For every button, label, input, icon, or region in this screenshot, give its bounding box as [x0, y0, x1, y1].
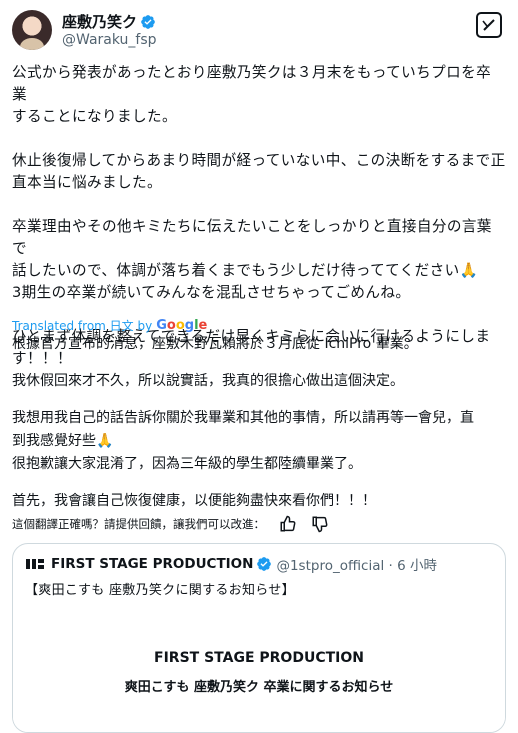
tweet-paragraph: 公式から発表があったとおり座敷乃笑クは３月末をもっていちプロを卒業 することにな…: [12, 64, 492, 125]
google-logo: Google: [156, 318, 208, 333]
translation-body: 根據官方宣布的消息，座敷木野瓦賴將於３月底從 IchiPro 畢業。 我休假回來…: [12, 333, 506, 513]
translation-banner[interactable]: Translated from 日文 by Google: [12, 317, 207, 334]
thumbs-up-icon[interactable]: [279, 515, 297, 533]
avatar[interactable]: [12, 10, 52, 50]
author-name-row[interactable]: 座敷乃笑ク: [62, 11, 156, 32]
verified-badge-icon: [141, 14, 155, 29]
quoted-image-subtitle: 爽田こすも 座敷乃笑ク 卒業に関するお知らせ: [124, 680, 394, 695]
quoted-handle-time[interactable]: @1stpro_official · 6 小時: [276, 554, 437, 574]
translated-from-label[interactable]: Translated from 日文 by: [12, 317, 152, 334]
translation-paragraph: 首先，我會讓自己恢復健康，以便能夠盡快來看你們！！！: [12, 493, 376, 509]
quoted-tweet-text: 【爽田こすも 座敷乃笑クに関するお知らせ】: [25, 583, 295, 598]
tweet-paragraph: 休止後復帰してからあまり時間が経っていない中、この決断をするまで正 直本当に悩み…: [12, 152, 506, 191]
author-display-name[interactable]: 座敷乃笑ク: [62, 11, 137, 32]
translation-paragraph: 根據官方宣布的消息，座敷木野瓦賴將於３月底從 IchiPro 畢業。: [12, 336, 418, 352]
translation-paragraph: 我休假回來才不久，所以說實話，我真的很擔心做出這個決定。: [12, 373, 404, 389]
quoted-tweet-image[interactable]: FIRST STAGE PRODUCTION 爽田こすも 座敷乃笑ク 卒業に関す…: [13, 606, 505, 732]
verified-badge-icon: [257, 557, 272, 571]
first-stage-logo-icon: [26, 559, 44, 569]
tweet-header: 座敷乃笑ク @Waraku_fsp: [12, 10, 506, 54]
grok-slash-icon: [482, 19, 495, 31]
quoted-tweet[interactable]: FIRST STAGE PRODUCTION @1stpro_official …: [12, 543, 506, 733]
quoted-display-name[interactable]: FIRST STAGE PRODUCTION: [51, 556, 253, 572]
tweet-paragraph: 卒業理由やその他キミたちに伝えたいことをしっかりと直接自分の言葉で 話したいので…: [12, 218, 492, 301]
translation-feedback: 這個翻譯正確嗎？請提供回饋，讓我們可以改進：: [12, 515, 329, 533]
thumbs-down-icon[interactable]: [311, 515, 329, 533]
author-handle[interactable]: @Waraku_fsp: [62, 32, 157, 48]
grok-icon[interactable]: [476, 12, 502, 38]
feedback-prompt: 這個翻譯正確嗎？請提供回饋，讓我們可以改進：: [12, 517, 265, 531]
quoted-image-title: FIRST STAGE PRODUCTION: [154, 650, 364, 666]
translation-paragraph: 我想用我自己的話告訴你關於我畢業和其他的事情，所以請再等一會兒，直 到我感覺好些…: [12, 410, 474, 472]
quoted-tweet-header: FIRST STAGE PRODUCTION @1stpro_official …: [25, 554, 437, 574]
